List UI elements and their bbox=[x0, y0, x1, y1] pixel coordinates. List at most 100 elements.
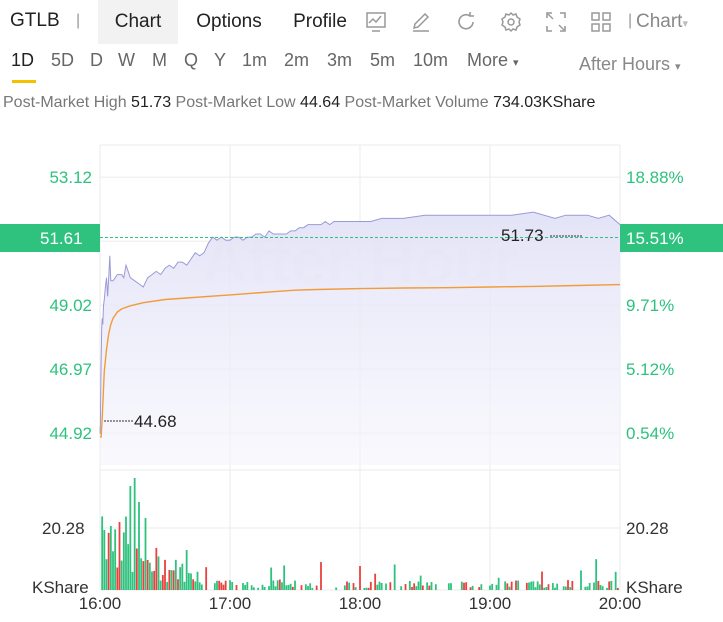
top-bar: GTLB | Chart Options Profile | Chart▾ bbox=[0, 0, 723, 44]
period-5d[interactable]: 5D bbox=[51, 50, 74, 71]
volume-bar bbox=[112, 551, 114, 590]
period-10m[interactable]: 10m bbox=[413, 50, 448, 71]
draw-icon[interactable] bbox=[409, 10, 433, 34]
volume-bar bbox=[430, 582, 433, 590]
price-area bbox=[100, 212, 620, 465]
volume-bar bbox=[200, 584, 203, 590]
volume-bar bbox=[125, 516, 127, 590]
y-tick-label-left: 51.07 bbox=[49, 232, 92, 251]
volume-bar bbox=[335, 587, 338, 590]
volume-bar bbox=[181, 563, 184, 590]
volume-bar bbox=[471, 585, 474, 590]
volume-bar bbox=[146, 559, 149, 590]
volume-bar bbox=[250, 585, 253, 590]
fullscreen-icon[interactable] bbox=[544, 10, 568, 34]
period-m[interactable]: M bbox=[152, 50, 167, 71]
active-period-indicator bbox=[12, 80, 36, 83]
y-tick-label-right: 5.12% bbox=[626, 360, 674, 379]
period-3m[interactable]: 3m bbox=[327, 50, 352, 71]
period-q[interactable]: Q bbox=[184, 50, 198, 71]
volume-bar bbox=[367, 587, 370, 590]
volume-bar bbox=[192, 579, 195, 590]
post-market-stats: Post-Market High 51.73 Post-Market Low 4… bbox=[3, 94, 595, 112]
tab-options[interactable]: Options bbox=[186, 0, 272, 44]
period-1m[interactable]: 1m bbox=[242, 50, 267, 71]
refresh-icon[interactable] bbox=[454, 10, 478, 34]
volume-bar bbox=[601, 586, 604, 590]
period-2m[interactable]: 2m bbox=[284, 50, 309, 71]
volume-bar bbox=[283, 565, 286, 590]
volume-bar bbox=[320, 562, 322, 590]
volume-bar bbox=[599, 584, 602, 590]
volume-bar bbox=[385, 583, 387, 590]
period-w[interactable]: W bbox=[118, 50, 135, 71]
volume-bar bbox=[580, 570, 582, 590]
low-marker: 44.68 bbox=[134, 412, 177, 431]
current-price-label: 51.61 bbox=[40, 229, 83, 248]
volume-bar bbox=[593, 582, 595, 590]
volume-bars bbox=[101, 478, 619, 590]
volume-bar bbox=[515, 580, 517, 590]
volume-bar bbox=[157, 556, 160, 590]
volume-bar bbox=[584, 586, 587, 590]
volume-tick-left: 20.28 bbox=[42, 519, 85, 538]
volume-bar bbox=[450, 583, 452, 590]
high-value: 51.73 bbox=[131, 94, 172, 111]
current-price-badge bbox=[0, 224, 100, 252]
volume-bar bbox=[434, 584, 437, 590]
period-d[interactable]: D bbox=[90, 50, 103, 71]
volume-bar bbox=[478, 587, 481, 590]
x-tick-label: 16:00 bbox=[79, 594, 122, 613]
chart-grid bbox=[99, 144, 621, 591]
y-tick-label-right: 14.29% bbox=[626, 232, 684, 251]
volume-bar bbox=[116, 567, 119, 590]
volume-bar bbox=[465, 582, 468, 590]
volume-bar bbox=[244, 584, 247, 590]
tab-chart[interactable]: Chart bbox=[98, 0, 178, 44]
period-1d[interactable]: 1D bbox=[11, 50, 34, 71]
chart-type-selector[interactable]: Chart▾ bbox=[636, 0, 688, 44]
volume-bar bbox=[419, 575, 422, 590]
y-tick-label-right: 18.88% bbox=[626, 168, 684, 187]
volume-bar bbox=[261, 584, 264, 590]
volume-bar bbox=[610, 580, 613, 590]
period-5m[interactable]: 5m bbox=[370, 50, 395, 71]
tab-profile[interactable]: Profile bbox=[284, 0, 356, 44]
period-y[interactable]: Y bbox=[214, 50, 226, 71]
volume-bar bbox=[497, 577, 500, 590]
volume-bar bbox=[242, 583, 244, 590]
volume-bar bbox=[554, 587, 556, 590]
volume-bar bbox=[528, 582, 530, 590]
volume-bar bbox=[300, 585, 303, 590]
volume-bar bbox=[569, 587, 572, 590]
volume-bar bbox=[525, 582, 528, 590]
settings-icon[interactable] bbox=[499, 10, 523, 34]
volume-bar bbox=[289, 583, 292, 590]
volume-bar bbox=[151, 571, 153, 590]
volume-bar bbox=[291, 586, 294, 590]
volume-bar bbox=[140, 558, 143, 590]
volume-bar bbox=[365, 587, 368, 590]
volume-bar bbox=[183, 581, 186, 590]
volume-bar bbox=[138, 502, 140, 590]
layout-icon[interactable] bbox=[589, 10, 613, 34]
volume-bar bbox=[174, 559, 177, 590]
volume-bar bbox=[170, 570, 173, 590]
volume-bar bbox=[272, 580, 275, 590]
volume-bar bbox=[447, 583, 450, 590]
volume-bar bbox=[307, 586, 309, 590]
volume-bar bbox=[172, 570, 175, 590]
volume-bar bbox=[359, 566, 361, 590]
indicator-icon[interactable] bbox=[364, 10, 388, 34]
volume-bar bbox=[348, 582, 351, 590]
volume-bar bbox=[389, 582, 392, 590]
volume-bar bbox=[315, 585, 318, 590]
more-periods-dropdown[interactable]: More ▾ bbox=[467, 50, 519, 71]
volume-bar bbox=[532, 581, 535, 590]
volume-bar bbox=[614, 571, 617, 590]
divider: | bbox=[76, 12, 81, 29]
volume-bar bbox=[185, 550, 188, 590]
session-selector[interactable]: After Hours ▾ bbox=[579, 54, 681, 75]
volume-bar bbox=[369, 581, 372, 590]
volume-bar bbox=[480, 584, 483, 590]
